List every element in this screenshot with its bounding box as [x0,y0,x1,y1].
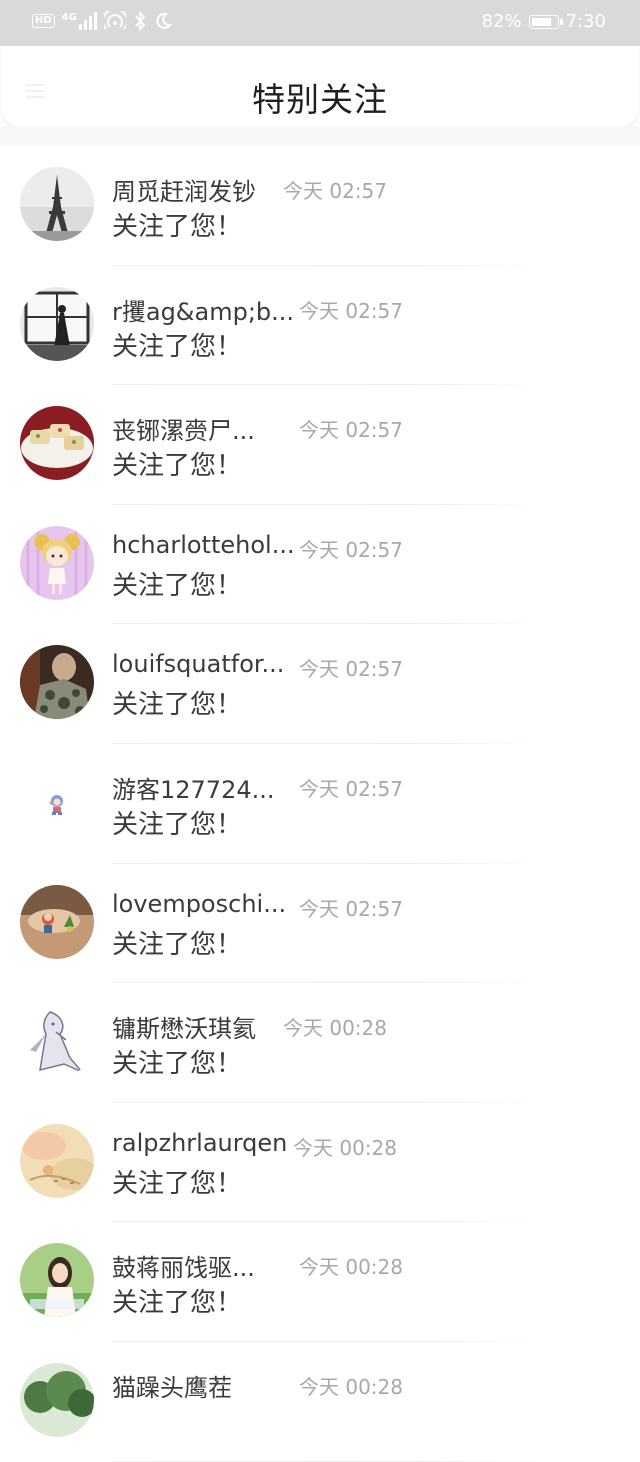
hotspot-icon [103,11,126,30]
notification-item[interactable]: ralpzhrlaurqen 今天 00:28 关注了您！ [0,1103,640,1223]
user-name[interactable]: hcharlottehol... [112,531,295,559]
notification-item[interactable]: hcharlottehol... 今天 02:57 关注了您！ [0,505,640,625]
timestamp: 今天 02:57 [299,298,403,323]
notification-message: 关注了您！ [112,331,243,362]
user-name[interactable]: 周觅赶润发钞 [112,172,256,207]
tattoo-person-avatar[interactable] [20,645,94,720]
user-name[interactable]: louifsquatfor... [112,650,284,678]
toy-figure-avatar[interactable] [20,884,94,959]
notification-list: 周觅赶润发钞 今天 02:57 关注了您！ r攫ag&amp;b... 今天 02:57… [0,146,640,1462]
signal-icon: 4G [62,12,97,30]
notification-item[interactable]: 猫躁头鹰茬 今天 00:28 [0,1342,640,1462]
timestamp: 今天 00:28 [299,1374,403,1399]
network-type: 4G [61,12,77,23]
notification-item[interactable]: 鼓蒋丽饯驱... 今天 00:28 关注了您！ [0,1222,640,1342]
notification-item[interactable]: 游客127724... 今天 02:57 关注了您！ [0,744,640,864]
user-name[interactable]: r攫ag&amp;b... [112,292,294,327]
battery-icon [528,14,563,29]
user-name[interactable]: 游客127724... [112,770,275,805]
user-name[interactable]: 丧铘漯赍尸... [112,411,255,446]
timestamp: 今天 00:28 [283,1016,387,1041]
eiffel-tower-avatar[interactable] [20,167,94,241]
timestamp: 今天 02:57 [299,657,403,682]
user-name[interactable]: lovemposchi... [112,890,286,918]
header: 特别关注 [2,46,638,126]
clock: 7:30 [565,11,606,32]
timestamp: 今天 02:57 [299,537,403,562]
notification-item[interactable]: lovemposchi... 今天 02:57 关注了您！ [0,864,640,984]
food-plate-avatar[interactable] [20,406,94,481]
bluetooth-icon [135,11,146,31]
battery-fill [531,17,551,26]
notification-message: 关注了您！ [112,451,243,482]
window-dancer-avatar[interactable] [20,286,94,361]
notification-item[interactable]: louifsquatfor... 今天 02:57 关注了您！ [0,624,640,744]
user-name[interactable]: 猫躁头鹰茬 [112,1368,232,1403]
notification-message: 关注了您！ [112,809,243,840]
notification-message: 关注了您！ [112,1049,243,1080]
notification-message: 关注了您！ [112,929,243,960]
timestamp: 今天 02:57 [299,776,403,801]
battery-percent: 82% [481,11,522,32]
guest-default-avatar[interactable] [20,764,94,839]
user-name[interactable]: 镛斯懋沃琪氦 [112,1009,256,1044]
page-title: 特别关注 [252,80,388,119]
notification-message: 关注了您！ [112,1288,243,1319]
anime-character-avatar[interactable] [20,1004,94,1079]
header-separator [0,126,640,146]
moon-icon [156,12,172,29]
notification-item[interactable]: 周觅赶润发钞 今天 02:57 关注了您！ [0,146,640,266]
user-name[interactable]: ralpzhrlaurqen [112,1129,287,1157]
timestamp: 今天 02:57 [283,179,387,203]
timestamp: 今天 02:57 [299,418,403,443]
hd-icon: HD [32,14,55,28]
tree-avatar[interactable] [20,1362,94,1437]
cartoon-girl-avatar[interactable] [20,525,94,600]
girl-garden-avatar[interactable] [20,1243,94,1318]
notification-item[interactable]: r攫ag&amp;b... 今天 02:57 关注了您！ [0,266,640,386]
timestamp: 今天 02:57 [299,896,403,921]
notification-message: 关注了您！ [112,570,243,601]
user-name[interactable]: 鼓蒋丽饯驱... [112,1248,255,1283]
status-left-group: HD 4G [32,11,172,31]
notification-item[interactable]: 镛斯懋沃琪氦 今天 00:28 关注了您！ [0,983,640,1103]
notification-message: 关注了您！ [112,1168,243,1199]
divider [112,1460,544,1462]
timestamp: 今天 00:28 [293,1135,397,1160]
status-right-group: 82% 7:30 [482,11,606,32]
notification-item[interactable]: 丧铘漯赍尸... 今天 02:57 关注了您！ [0,385,640,505]
watercolor-avatar[interactable] [20,1123,94,1198]
status-bar: HD 4G 82% 7:30 [0,0,640,46]
timestamp: 今天 00:28 [299,1255,403,1280]
notification-message: 关注了您！ [112,212,243,242]
notification-message: 关注了您！ [112,690,243,721]
